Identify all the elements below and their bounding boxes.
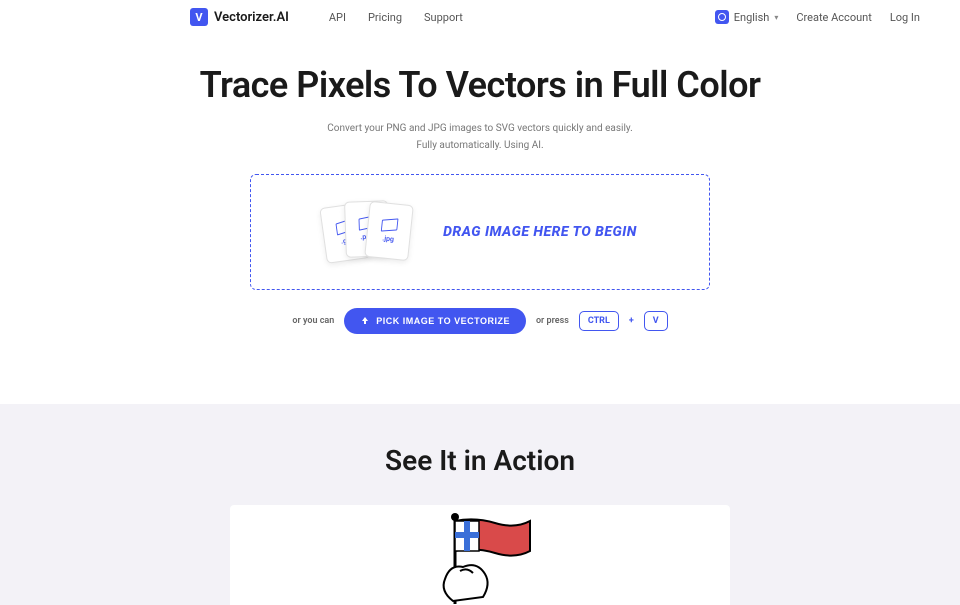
section-title: See It in Action	[0, 444, 960, 477]
dropzone-alt-row: or you can PICK IMAGE TO VECTORIZE or pr…	[20, 308, 940, 334]
dropzone-label: DRAG IMAGE HERE TO BEGIN	[443, 224, 637, 240]
globe-icon	[715, 10, 729, 24]
kbd-ctrl: CTRL	[579, 311, 619, 331]
nav-links: API Pricing Support	[329, 11, 463, 24]
page-title: Trace Pixels To Vectors in Full Color	[20, 64, 940, 106]
sub-line-2: Fully automatically. Using AI.	[20, 137, 940, 154]
upload-icon	[360, 316, 370, 326]
language-select[interactable]: English ▾	[715, 10, 779, 24]
create-account-link[interactable]: Create Account	[796, 11, 871, 24]
image-icon	[381, 218, 399, 231]
kbd-v: V	[644, 311, 668, 331]
demo-preview	[230, 505, 730, 605]
sub-line-1: Convert your PNG and JPG images to SVG v…	[20, 120, 940, 137]
header: V Vectorizer.AI API Pricing Support Engl…	[0, 0, 960, 34]
file-card-jpg: .jpg	[364, 201, 414, 261]
hero-section: Trace Pixels To Vectors in Full Color Co…	[0, 34, 960, 334]
pick-button-label: PICK IMAGE TO VECTORIZE	[376, 316, 510, 326]
logo-icon: V	[190, 8, 208, 26]
log-in-link[interactable]: Log In	[890, 11, 920, 24]
see-in-action-section: See It in Action	[0, 404, 960, 605]
nav-pricing[interactable]: Pricing	[368, 11, 402, 24]
chevron-down-icon: ▾	[774, 13, 778, 22]
logo[interactable]: V Vectorizer.AI	[190, 8, 289, 26]
language-label: English	[734, 11, 770, 24]
brand-name: Vectorizer.AI	[214, 10, 289, 25]
or-you-can-label: or you can	[292, 316, 334, 326]
file-ext-label: .jpg	[382, 234, 394, 243]
file-type-illustration: .gif .png .jpg	[323, 199, 413, 265]
header-right: English ▾ Create Account Log In	[715, 10, 920, 24]
dropzone[interactable]: .gif .png .jpg DRAG IMAGE HERE TO BEGIN	[250, 174, 710, 290]
pick-image-button[interactable]: PICK IMAGE TO VECTORIZE	[344, 308, 526, 334]
nav-api[interactable]: API	[329, 11, 346, 24]
hero-subtitle: Convert your PNG and JPG images to SVG v…	[20, 120, 940, 154]
flag-illustration	[405, 509, 555, 605]
or-press-label: or press	[536, 316, 569, 326]
nav-support[interactable]: Support	[424, 11, 463, 24]
plus-sign: +	[629, 316, 634, 326]
